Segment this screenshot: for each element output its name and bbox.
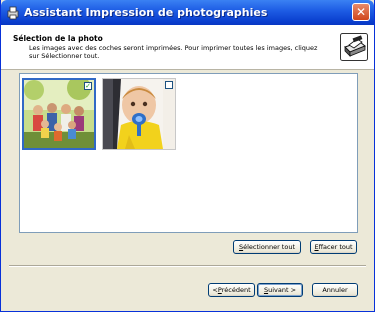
- print-wizard-window: Assistant Impression de photographies ✕ …: [0, 0, 375, 312]
- title-bar[interactable]: Assistant Impression de photographies ✕: [1, 0, 374, 25]
- photo-2-checkbox[interactable]: [165, 81, 173, 89]
- select-all-label: électionner tout: [243, 243, 296, 251]
- footer-separator: [9, 265, 366, 267]
- clear-all-button[interactable]: Effacer tout: [310, 240, 357, 254]
- page-title: Sélection de la photo: [13, 34, 103, 43]
- back-button[interactable]: < Précédent: [208, 283, 255, 297]
- page-subtitle: Les images avec des coches seront imprim…: [29, 44, 318, 60]
- window-title: Assistant Impression de photographies: [24, 6, 268, 19]
- select-all-button[interactable]: Sélectionner tout: [233, 240, 301, 254]
- photo-thumbnail-2[interactable]: [102, 78, 176, 150]
- printer-icon: [340, 33, 368, 61]
- photo-list[interactable]: ✓: [19, 73, 358, 233]
- close-button[interactable]: ✕: [352, 3, 370, 21]
- cancel-label: Annuler: [322, 286, 348, 294]
- child-with-pacifier-photo: [103, 79, 175, 149]
- clear-all-label: ffacer tout: [318, 243, 353, 251]
- back-label: récédent: [221, 286, 251, 294]
- next-label: uivant >: [268, 286, 297, 294]
- cancel-button[interactable]: Annuler: [312, 283, 358, 297]
- photo-1-checkbox[interactable]: ✓: [84, 82, 92, 90]
- photo-thumbnail-1[interactable]: ✓: [22, 78, 96, 150]
- printer-app-icon: [7, 6, 19, 19]
- family-group-photo: [24, 80, 94, 148]
- wizard-header: Sélection de la photo Les images avec de…: [1, 25, 374, 70]
- close-icon: ✕: [355, 5, 367, 19]
- next-button[interactable]: Suivant >: [257, 283, 303, 297]
- checkmark-icon: ✓: [85, 82, 91, 90]
